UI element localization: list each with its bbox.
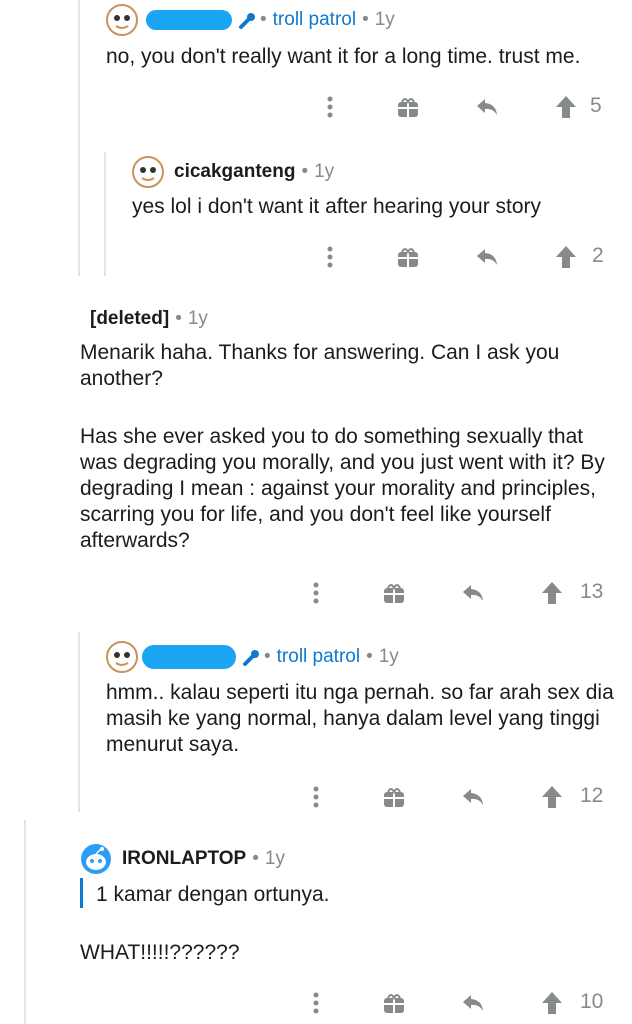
comment-3-paragraph-1: Menarik haha. Thanks for answering. Can … (80, 341, 560, 390)
more-vertical-icon[interactable] (306, 578, 326, 608)
comment-age: 1y (374, 9, 395, 30)
comment-2-body: yes lol i don't want it after hearing yo… (132, 195, 542, 218)
comment-age: 1y (314, 161, 335, 182)
username[interactable]: cicakganteng (174, 161, 295, 183)
thread-line-root[interactable] (24, 820, 26, 1024)
upvote-arrow-icon[interactable] (540, 578, 564, 608)
thread-line-reply[interactable] (78, 632, 80, 812)
separator-dot: • (260, 9, 267, 30)
more-vertical-icon[interactable] (306, 988, 326, 1018)
avatar[interactable] (106, 641, 138, 673)
upvote-arrow-icon[interactable] (554, 242, 578, 272)
gift-icon[interactable] (396, 92, 420, 122)
comment-3-paragraph-2: Has she ever asked you to do something s… (80, 425, 605, 552)
avatar[interactable] (80, 843, 112, 875)
thread-line-level1[interactable] (78, 0, 80, 276)
gift-icon[interactable] (382, 988, 406, 1018)
separator-dot: • (252, 848, 259, 869)
reply-arrow-icon[interactable] (460, 988, 486, 1018)
more-vertical-icon[interactable] (306, 782, 326, 812)
separator-dot: • (264, 646, 271, 667)
redacted-username (146, 10, 232, 30)
username: [deleted] (90, 308, 170, 329)
comment-5-header: IRONLAPTOP • 1y (80, 843, 285, 875)
comment-4-body: hmm.. kalau seperti itu nga pernah. so f… (106, 681, 614, 756)
comment-4-header: • troll patrol • 1y (106, 641, 399, 673)
comment-5-actions: 10 (296, 988, 626, 1018)
redacted-username (142, 645, 236, 669)
vote-count: 2 (592, 244, 604, 267)
more-vertical-icon[interactable] (320, 242, 340, 272)
separator-dot: • (175, 308, 182, 329)
reply-arrow-icon[interactable] (460, 782, 486, 812)
comment-5-quote: 1 kamar dengan ortunya. (96, 883, 330, 906)
comment-5-body: WHAT!!!!!?????? (80, 941, 240, 964)
vote-count: 12 (580, 784, 604, 807)
comment-age: 1y (264, 848, 285, 869)
reply-arrow-icon[interactable] (474, 242, 500, 272)
upvote-arrow-icon[interactable] (540, 782, 564, 812)
gift-icon[interactable] (382, 782, 406, 812)
avatar[interactable] (132, 156, 164, 188)
wrench-icon (242, 647, 262, 667)
reply-arrow-icon[interactable] (474, 92, 500, 122)
separator-dot: • (301, 161, 309, 182)
avatar[interactable] (106, 4, 138, 36)
wrench-icon (238, 10, 258, 30)
user-flair[interactable]: troll patrol (277, 646, 360, 668)
comment-1-body: no, you don't really want it for a long … (106, 45, 581, 68)
more-vertical-icon[interactable] (320, 92, 340, 122)
upvote-arrow-icon[interactable] (540, 988, 564, 1018)
comment-age: 1y (378, 646, 399, 667)
comment-3-header: [deleted] • 1y (90, 304, 208, 334)
comment-1-actions: 5 (310, 92, 630, 122)
comment-2-actions: 2 (310, 242, 630, 272)
comment-3-actions: 13 (296, 578, 626, 608)
username[interactable]: IRONLAPTOP (122, 848, 246, 870)
separator-dot: • (366, 646, 373, 667)
user-flair[interactable]: troll patrol (273, 9, 356, 31)
vote-count: 5 (590, 94, 602, 117)
comment-age: 1y (187, 308, 208, 329)
thread-line-level2[interactable] (104, 152, 106, 276)
comment-2-header: cicakganteng • 1y (132, 156, 334, 188)
reply-arrow-icon[interactable] (460, 578, 486, 608)
gift-icon[interactable] (382, 578, 406, 608)
vote-count: 10 (580, 990, 604, 1013)
vote-count: 13 (580, 580, 604, 603)
separator-dot: • (362, 9, 369, 30)
upvote-arrow-icon[interactable] (554, 92, 578, 122)
gift-icon[interactable] (396, 242, 420, 272)
comment-4-actions: 12 (296, 782, 626, 812)
comment-1-header: • troll patrol • 1y (106, 4, 395, 36)
blockquote-bar (80, 878, 83, 908)
